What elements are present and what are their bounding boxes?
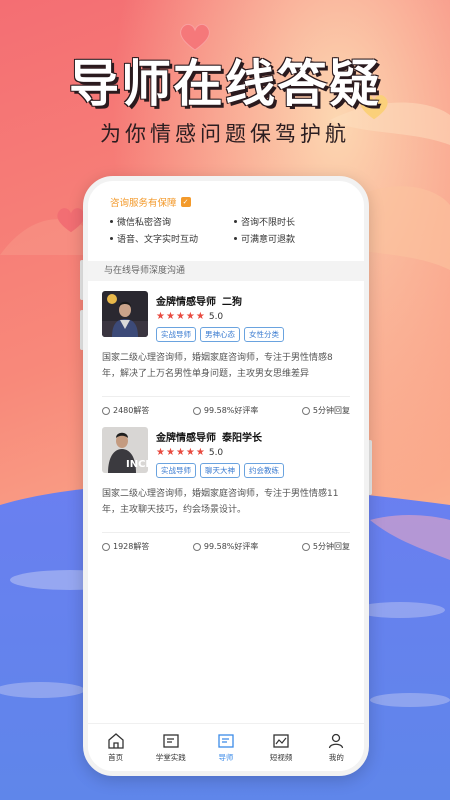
answers-stat: 1928解答 (102, 541, 149, 552)
bullet-icon (234, 220, 237, 223)
guarantee-item: 咨询不限时长 (234, 215, 358, 228)
star-icon: ★ (175, 311, 185, 322)
star-icon: ★ (195, 311, 205, 322)
mentor-icon (218, 734, 234, 748)
mentor-rating: ★ ★ ★ ★ ★ 5.0 (156, 311, 350, 323)
star-icon: ★ (165, 447, 175, 458)
tab-label: 我的 (328, 753, 344, 762)
mentor-tags: 实战导师 男神心态 女性分类 (156, 327, 350, 342)
tab-label: 导师 (218, 753, 234, 762)
mentor-tag[interactable]: 实战导师 (156, 463, 196, 478)
guarantee-panel: 咨询服务有保障 ✓ 微信私密咨询 咨询不限时长 语音、文字实时互动 可满意可退款 (94, 195, 358, 257)
tab-home[interactable]: 首页 (90, 732, 142, 763)
tab-label: 学堂实践 (155, 753, 186, 762)
answers-stat: 2480解答 (102, 405, 149, 416)
clock-icon (301, 542, 310, 551)
bullet-icon (110, 237, 113, 240)
mentor-score: 5.0 (208, 312, 224, 322)
video-icon (273, 734, 289, 748)
mentor-avatar[interactable]: INCE (102, 427, 148, 473)
guarantee-list: 微信私密咨询 咨询不限时长 语音、文字实时互动 可满意可退款 (94, 215, 358, 245)
mentor-score: 5.0 (208, 448, 224, 458)
mentor-tag[interactable]: 实战导师 (156, 327, 196, 342)
thumb-icon (192, 406, 201, 415)
mentor-card[interactable]: 金牌情感导师 二狗 ★ ★ ★ ★ ★ 5.0 实战导师 男神心态 女性分类 国家… (102, 291, 350, 416)
study-icon (163, 734, 179, 748)
bullet-icon (110, 220, 113, 223)
star-icon: ★ (156, 311, 165, 322)
star-icon: ★ (165, 311, 175, 322)
guarantee-item-text: 微信私密咨询 (117, 218, 172, 228)
star-icon: ★ (175, 447, 185, 458)
tab-label: 短视频 (269, 753, 293, 762)
star-icon: ★ (195, 447, 205, 458)
tab-study[interactable]: 学堂实践 (145, 732, 197, 763)
rating-percent: 99.58%好评率 (203, 542, 259, 551)
guarantee-title-text: 咨询服务有保障 (110, 198, 177, 209)
mentor-name: 二狗 (222, 297, 242, 308)
mentor-description: 国家二级心理咨询师，婚姻家庭咨询师，专注于男性情感8年，解决了上万名男性单身问题… (102, 353, 333, 379)
profile-icon (329, 733, 344, 749)
avatar-photo: INCE (102, 427, 148, 473)
reply-time: 5分钟回复 (312, 542, 350, 551)
guarantee-item-text: 咨询不限时长 (241, 218, 296, 228)
mentor-title-text: 金牌情感导师 (156, 433, 216, 444)
guarantee-item: 可满意可退款 (234, 232, 358, 245)
rating-percent: 99.58%好评率 (203, 406, 259, 415)
tab-video[interactable]: 短视频 (255, 732, 307, 763)
section-header: 与在线导师深度沟通 (88, 261, 364, 281)
answers-count: 1928解答 (113, 542, 150, 551)
tab-label: 首页 (108, 753, 124, 762)
hero-title: 导师在线答疑 (69, 55, 381, 113)
clock-icon (301, 406, 310, 415)
shield-icon: ✓ (180, 197, 191, 207)
reply-stat: 5分钟回复 (301, 541, 350, 552)
divider (102, 396, 350, 397)
mentor-rating: ★ ★ ★ ★ ★ 5.0 (156, 447, 350, 459)
mentor-card[interactable]: INCE 金牌情感导师泰阳学长 ★ ★ ★ ★ ★ 5.0 实战导师 聊天大神 … (102, 427, 350, 552)
mentor-tags: 实战导师 聊天大神 约会教练 (156, 463, 350, 478)
mentor-tag[interactable]: 女性分类 (244, 327, 284, 342)
home-icon (107, 733, 124, 749)
bottom-tab-bar: 首页 学堂实践 导师 短视频 我的 (88, 723, 364, 771)
answers-icon (102, 542, 110, 551)
hero-subtitle: 为你情感问题保驾护航 (100, 122, 350, 146)
guarantee-item: 微信私密咨询 (110, 215, 234, 228)
guarantee-item-text: 可满意可退款 (241, 235, 296, 245)
star-icon: ★ (185, 447, 195, 458)
mentor-stats: 1928解答 99.58%好评率 5分钟回复 (102, 541, 350, 552)
mentor-tag[interactable]: 男神心态 (200, 327, 240, 342)
avatar-photo (102, 291, 148, 337)
star-icon: ★ (156, 447, 165, 458)
mentor-avatar[interactable] (102, 291, 148, 337)
thumb-icon (192, 542, 201, 551)
mentor-name: 泰阳学长 (222, 433, 262, 444)
reply-time: 5分钟回复 (312, 406, 350, 415)
answers-count: 2480解答 (113, 406, 150, 415)
divider (102, 532, 350, 533)
answers-icon (102, 406, 110, 415)
photo-text: INCE (126, 459, 148, 470)
mentor-tag[interactable]: 聊天大神 (200, 463, 240, 478)
mentor-title: 金牌情感导师 二狗 (156, 293, 350, 308)
mentor-tag[interactable]: 约会教练 (244, 463, 284, 478)
rating-stat: 99.58%好评率 (192, 541, 259, 552)
guarantee-item-text: 语音、文字实时互动 (117, 235, 199, 245)
guarantee-title: 咨询服务有保障 ✓ (94, 195, 358, 209)
mentor-stats: 2480解答 99.58%好评率 5分钟回复 (102, 405, 350, 416)
guarantee-item: 语音、文字实时互动 (110, 232, 234, 245)
bullet-icon (234, 237, 237, 240)
rating-stat: 99.58%好评率 (192, 405, 259, 416)
mentor-description: 国家二级心理咨询师，婚姻家庭咨询师，专注于男性情感11年，主攻聊天技巧，约会场景… (102, 489, 339, 515)
mentor-title: 金牌情感导师 泰阳学长 (156, 429, 350, 444)
tab-mentor[interactable]: 导师 (200, 732, 252, 763)
tab-profile[interactable]: 我的 (310, 732, 362, 763)
mentor-title-text: 金牌情感导师 (156, 297, 216, 308)
reply-stat: 5分钟回复 (301, 405, 350, 416)
phone-frame: 咨询服务有保障 ✓ 微信私密咨询 咨询不限时长 语音、文字实时互动 可满意可退款… (83, 176, 369, 776)
star-icon: ★ (185, 311, 195, 322)
